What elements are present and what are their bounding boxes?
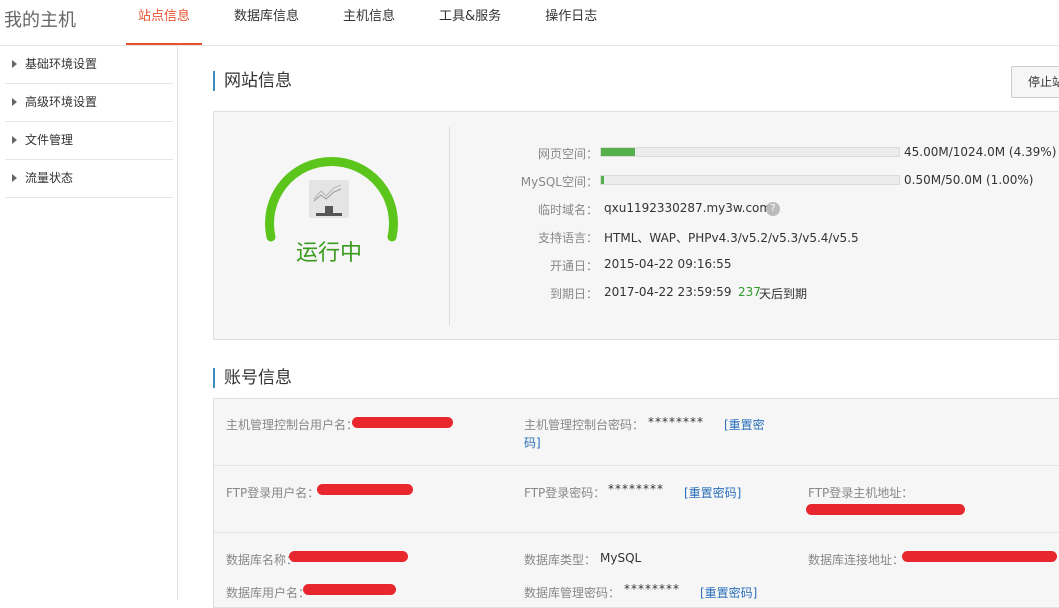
reset-console-password-link-line1[interactable]: [重置密 [724,416,765,433]
row-divider [214,465,1059,466]
ftp-host-label: FTP登录主机地址： [808,486,914,500]
help-icon[interactable]: ? [766,202,780,216]
panel-divider [449,127,450,325]
db-type-value: MySQL [600,551,642,565]
mysql-space-bar-fill [601,176,604,184]
sidebar-item-advanced-env[interactable]: 高级环境设置 [5,84,173,122]
main-nav: 站点信息 数据库信息 主机信息 工具&服务 操作日志 [126,0,629,45]
console-password-label: 主机管理控制台密码： [524,418,645,432]
sidebar-item-label: 高级环境设置 [25,95,98,109]
top-nav-bar: 我的主机 站点信息 数据库信息 主机信息 工具&服务 操作日志 [0,0,1059,46]
tab-database-info[interactable]: 数据库信息 [222,0,311,45]
running-status-text: 运行中 [296,241,363,266]
status-gauge [265,156,398,242]
days-left-suffix: 天后到期 [759,287,808,301]
site-info-title: 网站信息 [213,71,292,91]
mysql-space-label: MySQL空间： [520,175,598,189]
reset-console-password-link-line2[interactable]: 码] [524,434,541,451]
db-username-label: 数据库用户名： [226,586,311,600]
tab-tools-services[interactable]: 工具&服务 [427,0,513,45]
redacted-value [806,504,965,515]
stop-site-button[interactable]: 停止站 [1011,66,1059,98]
redacted-value [289,551,408,562]
sidebar-item-label: 基础环境设置 [25,57,98,71]
web-space-label: 网页空间： [537,147,598,161]
sidebar: 基础环境设置 高级环境设置 文件管理 流量状态 [0,46,178,600]
reset-db-password-link[interactable]: [重置密码] [700,584,757,601]
mysql-space-bar [600,175,900,185]
reset-ftp-password-link[interactable]: [重置密码] [684,484,741,501]
sidebar-item-file-manager[interactable]: 文件管理 [5,122,173,160]
web-space-bar [600,147,900,157]
brand-title: 我的主机 [4,10,76,31]
expire-date-label: 到期日： [549,287,598,301]
language-label: 支持语言： [537,231,598,245]
web-space-bar-fill [601,148,635,156]
db-password-label: 数据库管理密码： [524,586,621,600]
ftp-password-value: ******** [608,482,664,496]
sidebar-item-label: 流量状态 [25,171,74,185]
days-left-count: 237 [738,285,761,299]
caret-right-icon [12,59,17,68]
language-value: HTML、WAP、PHPv4.3/v5.2/v5.3/v5.4/v5.5 [604,231,859,245]
console-username-label: 主机管理控制台用户名： [226,418,359,432]
open-date-label: 开通日： [549,259,598,273]
db-password-value: ******** [624,582,680,596]
web-space-value: 45.00M/1024.0M (4.39%) [904,145,1057,159]
ftp-password-label: FTP登录密码： [524,486,606,500]
db-name-label: 数据库名称： [226,553,299,567]
caret-right-icon [12,97,17,106]
redacted-value [902,551,1057,562]
temp-domain-label: 临时域名： [537,203,598,217]
row-divider [214,532,1059,533]
redacted-value [352,417,453,428]
console-password-value: ******** [648,415,704,429]
db-address-label: 数据库连接地址： [808,553,905,567]
tab-host-info[interactable]: 主机信息 [331,0,407,45]
temp-domain-value: qxu1192330287.my3w.com [604,201,772,215]
caret-right-icon [12,173,17,182]
redacted-value [317,484,413,495]
sidebar-item-basic-env[interactable]: 基础环境设置 [5,46,173,84]
monitor-chart-icon [309,180,349,218]
sidebar-item-traffic-status[interactable]: 流量状态 [5,160,173,198]
db-type-label: 数据库类型： [524,553,597,567]
tab-site-info[interactable]: 站点信息 [126,0,203,45]
open-date-value: 2015-04-22 09:16:55 [604,257,732,271]
tab-operation-log[interactable]: 操作日志 [533,0,609,45]
expire-date-value: 2017-04-22 23:59:59 [604,285,732,299]
ftp-username-label: FTP登录用户名： [226,486,320,500]
redacted-value [303,584,396,595]
sidebar-item-label: 文件管理 [25,133,74,147]
caret-right-icon [12,135,17,144]
account-info-title: 账号信息 [213,368,292,388]
mysql-space-value: 0.50M/50.0M (1.00%) [904,173,1034,187]
